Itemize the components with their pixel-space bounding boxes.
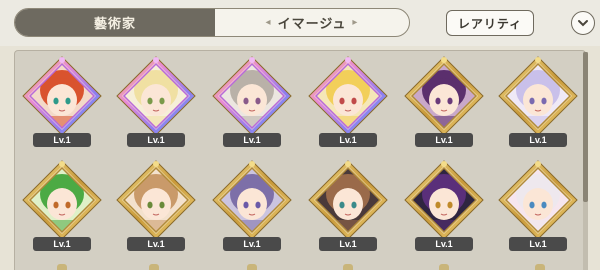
portrait-frame bbox=[212, 160, 292, 240]
next-row-peek bbox=[535, 264, 545, 270]
artist-card[interactable]: Lv.1 bbox=[212, 160, 292, 266]
artist-card[interactable]: Lv.1 bbox=[498, 56, 578, 162]
artist-card[interactable]: Lv.1 bbox=[116, 56, 196, 162]
level-badge: Lv.1 bbox=[223, 237, 281, 251]
tab-artist[interactable]: 藝術家 bbox=[15, 9, 215, 36]
level-badge: Lv.1 bbox=[319, 237, 377, 251]
portrait-frame bbox=[212, 56, 292, 136]
arrow-right-icon: ▸ bbox=[352, 17, 359, 28]
next-row-peek bbox=[343, 264, 353, 270]
tab-image[interactable]: ◂ イマージュ ▸ bbox=[215, 9, 409, 36]
artist-card[interactable]: Lv.1 bbox=[404, 160, 484, 266]
portrait-frame bbox=[498, 56, 578, 136]
level-badge: Lv.1 bbox=[509, 237, 567, 251]
portrait-frame bbox=[308, 160, 388, 240]
next-row-peek bbox=[57, 264, 67, 270]
portrait-frame bbox=[116, 56, 196, 136]
level-badge: Lv.1 bbox=[319, 133, 377, 147]
portrait-frame bbox=[22, 160, 102, 240]
chevron-down-icon bbox=[578, 20, 588, 27]
level-badge: Lv.1 bbox=[415, 237, 473, 251]
portrait-frame bbox=[22, 56, 102, 136]
rarity-filter-button[interactable]: レアリティ bbox=[446, 10, 534, 36]
artist-card[interactable]: Lv.1 bbox=[308, 160, 388, 266]
next-row-peek bbox=[149, 264, 159, 270]
portrait-frame bbox=[404, 56, 484, 136]
level-badge: Lv.1 bbox=[33, 133, 91, 147]
artist-card[interactable]: Lv.1 bbox=[498, 160, 578, 266]
artist-card[interactable]: Lv.1 bbox=[404, 56, 484, 162]
portrait-frame bbox=[498, 160, 578, 240]
level-badge: Lv.1 bbox=[127, 237, 185, 251]
next-row-peek bbox=[247, 264, 257, 270]
level-badge: Lv.1 bbox=[127, 133, 185, 147]
sort-order-button[interactable] bbox=[571, 11, 595, 35]
scrollbar-thumb[interactable] bbox=[583, 52, 588, 202]
portrait-frame bbox=[404, 160, 484, 240]
tab-image-label: イマージュ bbox=[277, 17, 347, 32]
portrait-frame bbox=[308, 56, 388, 136]
artist-card[interactable]: Lv.1 bbox=[116, 160, 196, 266]
next-row-peek bbox=[439, 264, 449, 270]
artist-card[interactable]: Lv.1 bbox=[22, 56, 102, 162]
artist-card[interactable]: Lv.1 bbox=[308, 56, 388, 162]
level-badge: Lv.1 bbox=[415, 133, 473, 147]
level-badge: Lv.1 bbox=[33, 237, 91, 251]
view-toggle: 藝術家 ◂ イマージュ ▸ bbox=[14, 8, 410, 37]
portrait-frame bbox=[116, 160, 196, 240]
arrow-left-icon: ◂ bbox=[265, 17, 272, 28]
level-badge: Lv.1 bbox=[223, 133, 281, 147]
artist-card[interactable]: Lv.1 bbox=[212, 56, 292, 162]
level-badge: Lv.1 bbox=[509, 133, 567, 147]
artist-card[interactable]: Lv.1 bbox=[22, 160, 102, 266]
